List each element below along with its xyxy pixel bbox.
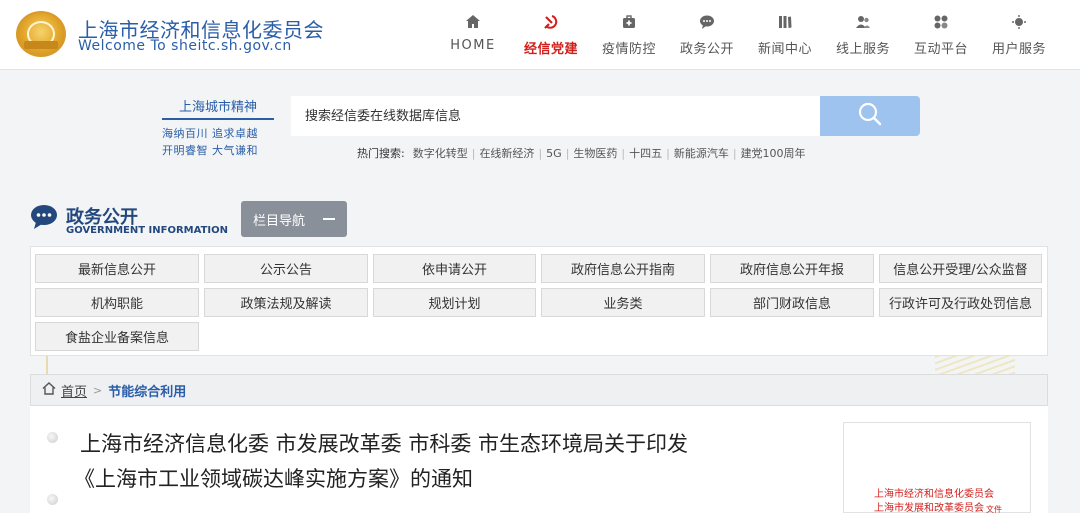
category-licensing[interactable]: 行政许可及行政处罚信息 <box>879 288 1042 317</box>
category-announcements[interactable]: 公示公告 <box>204 254 368 283</box>
search-icon <box>857 101 883 131</box>
breadcrumb-current[interactable]: 节能综合利用 <box>108 381 186 400</box>
medical-kit-icon <box>621 12 637 32</box>
bullet-icon <box>47 432 58 443</box>
hot-keyword[interactable]: 5G <box>546 147 562 160</box>
nav-epidemic-label: 疫情防控 <box>601 42 656 57</box>
hot-separator: | <box>666 146 670 160</box>
user-service-icon <box>1011 12 1027 32</box>
nav-home[interactable]: HOME <box>439 12 507 53</box>
nav-news-label: 新闻中心 <box>757 42 812 57</box>
city-spirit-line1: 海纳百川 追求卓越 <box>162 127 258 140</box>
nav-home-label: HOME <box>450 38 496 53</box>
home-icon[interactable] <box>42 381 56 399</box>
document-preview[interactable]: 上海市经济和信息化委员会 上海市发展和改革委员会 文件 <box>843 422 1031 513</box>
category-finance[interactable]: 部门财政信息 <box>710 288 874 317</box>
nav-interaction[interactable]: 互动平台 <box>907 12 975 57</box>
category-guide[interactable]: 政府信息公开指南 <box>541 254 705 283</box>
nav-online-service[interactable]: 线上服务 <box>829 12 897 57</box>
hot-search: 热门搜索: 数字化转型 | 在线新经济 | 5G | 生物医药 | 十四五 | … <box>357 145 806 161</box>
category-on-request[interactable]: 依申请公开 <box>373 254 536 283</box>
hot-keyword[interactable]: 十四五 <box>629 145 662 161</box>
nav-user-service-label: 用户服务 <box>991 42 1046 57</box>
hot-separator: | <box>732 146 737 160</box>
home-icon <box>465 12 481 32</box>
article-title-line2: 《上海市工业领域碳达峰实施方案》的通知 <box>74 467 473 491</box>
collapse-icon <box>323 218 335 220</box>
nav-online-service-label: 线上服务 <box>835 42 890 57</box>
search-input[interactable] <box>291 96 821 136</box>
category-public-supervision[interactable]: 信息公开受理/公众监督 <box>879 254 1042 283</box>
site-logo[interactable] <box>16 11 66 57</box>
site-title-en: Welcome To sheitc.sh.gov.cn <box>78 38 292 54</box>
nav-user-service[interactable]: 用户服务 <box>985 12 1053 57</box>
hot-keyword[interactable]: 新能源汽车 <box>674 145 729 161</box>
chat-bubble-icon <box>699 12 715 32</box>
city-spirit: 上海城市精神 海纳百川 追求卓越 开明睿智 大气谦和 <box>162 96 274 158</box>
document-issuer-1: 上海市经济和信息化委员会 <box>874 489 994 500</box>
city-spirit-line2: 开明睿智 大气谦和 <box>162 144 258 157</box>
decoration <box>935 356 1015 374</box>
column-nav-toggle[interactable]: 栏目导航 <box>241 201 347 237</box>
interaction-icon <box>933 12 949 32</box>
category-annual-report[interactable]: 政府信息公开年报 <box>710 254 874 283</box>
hot-keyword[interactable]: 数字化转型 <box>413 145 468 161</box>
category-latest-info[interactable]: 最新信息公开 <box>35 254 199 283</box>
category-business[interactable]: 业务类 <box>541 288 705 317</box>
newspaper-icon <box>777 12 793 32</box>
breadcrumb-home[interactable]: 首页 <box>61 381 87 400</box>
hot-separator: | <box>565 146 570 160</box>
nav-gov-info[interactable]: 政务公开 <box>673 12 741 57</box>
document-issuer-2: 上海市发展和改革委员会 <box>874 503 984 513</box>
category-policies[interactable]: 政策法规及解读 <box>204 288 368 317</box>
hot-keyword[interactable]: 生物医药 <box>573 145 617 161</box>
column-nav-toggle-label: 栏目导航 <box>253 213 306 229</box>
document-suffix: 文件 <box>986 505 1002 513</box>
breadcrumb: 首页 > 节能综合利用 <box>30 374 1048 406</box>
nav-gov-info-label: 政务公开 <box>679 42 734 57</box>
hot-search-label: 热门搜索: <box>357 147 405 160</box>
hammer-sickle-icon <box>543 12 559 32</box>
speech-bubble-icon <box>30 204 58 230</box>
site-header: 上海市经济和信息化委员会 Welcome To sheitc.sh.gov.cn… <box>0 0 1080 70</box>
hot-keyword[interactable]: 在线新经济 <box>479 145 534 161</box>
category-salt-filing[interactable]: 食盐企业备案信息 <box>35 322 199 351</box>
nav-news[interactable]: 新闻中心 <box>751 12 819 57</box>
section-subtitle: GOVERNMENT INFORMATION <box>66 225 228 236</box>
decoration <box>46 356 48 374</box>
category-functions[interactable]: 机构职能 <box>35 288 199 317</box>
breadcrumb-separator: > <box>93 383 103 397</box>
city-spirit-title: 上海城市精神 <box>162 96 274 120</box>
logo-band <box>24 41 58 49</box>
category-plans[interactable]: 规划计划 <box>373 288 536 317</box>
article-title-line1: 上海市经济信息化委 市发展改革委 市科委 市生态环境局关于印发 <box>80 432 689 456</box>
people-icon <box>855 12 871 32</box>
nav-party-building-label: 经信党建 <box>523 42 578 57</box>
hot-separator: | <box>621 146 626 160</box>
search-button[interactable] <box>820 96 920 136</box>
hot-separator: | <box>538 146 543 160</box>
hot-keyword[interactable]: 建党100周年 <box>741 145 806 161</box>
bullet-icon <box>47 494 58 505</box>
nav-epidemic[interactable]: 疫情防控 <box>595 12 663 57</box>
hot-separator: | <box>471 146 476 160</box>
nav-party-building[interactable]: 经信党建 <box>517 12 585 57</box>
nav-interaction-label: 互动平台 <box>913 42 968 57</box>
